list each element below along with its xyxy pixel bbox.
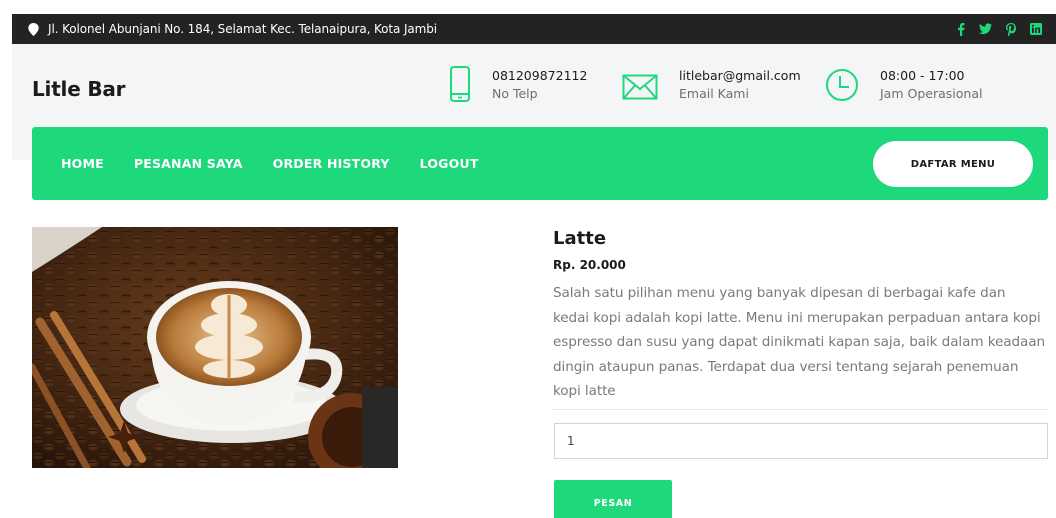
product-image — [32, 227, 398, 468]
phone-number: 081209872112 — [492, 68, 588, 83]
brand-logo[interactable]: Litle Bar — [32, 77, 126, 101]
nav-item-logout[interactable]: LOGOUT — [420, 156, 479, 171]
linkedin-icon[interactable] — [1029, 23, 1042, 36]
top-bar: Jl. Kolonel Abunjani No. 184, Selamat Ke… — [12, 14, 1056, 44]
email-address[interactable]: litlebar@gmail.com — [679, 67, 801, 85]
address-text: Jl. Kolonel Abunjani No. 184, Selamat Ke… — [48, 22, 438, 36]
contact-phone: 081209872112 No Telp — [445, 66, 588, 103]
nav-item-home[interactable]: HOME — [61, 156, 104, 171]
social-links — [954, 14, 1042, 44]
hours-label: Jam Operasional — [880, 86, 983, 101]
product-price: Rp. 20.000 — [553, 258, 626, 272]
opening-hours: 08:00 - 17:00 Jam Operasional — [825, 67, 982, 103]
hours-value: 08:00 - 17:00 — [880, 68, 965, 83]
phone-label: No Telp — [492, 86, 538, 101]
envelope-icon — [622, 67, 658, 100]
facebook-icon[interactable] — [954, 22, 967, 36]
email-label: Email Kami — [679, 86, 749, 101]
nav-item-pesanan-saya[interactable]: PESANAN SAYA — [134, 156, 243, 171]
nav-item-order-history[interactable]: ORDER HISTORY — [273, 156, 390, 171]
divider — [553, 409, 1048, 410]
daftar-menu-button[interactable]: DAFTAR MENU — [873, 141, 1033, 187]
pinterest-icon[interactable] — [1004, 22, 1017, 36]
product-description: Salah satu pilihan menu yang banyak dipe… — [553, 285, 1045, 399]
twitter-icon[interactable] — [979, 23, 992, 36]
quantity-input[interactable] — [554, 423, 1048, 459]
location-pin-icon — [28, 22, 39, 36]
clock-icon — [825, 67, 859, 101]
pesan-button[interactable]: PESAN — [554, 480, 672, 518]
contact-email: litlebar@gmail.com Email Kami — [622, 67, 801, 103]
phone-icon — [445, 66, 475, 102]
nav-links: HOME PESANAN SAYA ORDER HISTORY LOGOUT — [61, 127, 479, 200]
product-name: Latte — [553, 228, 607, 249]
main-nav: HOME PESANAN SAYA ORDER HISTORY LOGOUT D… — [32, 127, 1048, 200]
address-block: Jl. Kolonel Abunjani No. 184, Selamat Ke… — [28, 14, 437, 44]
